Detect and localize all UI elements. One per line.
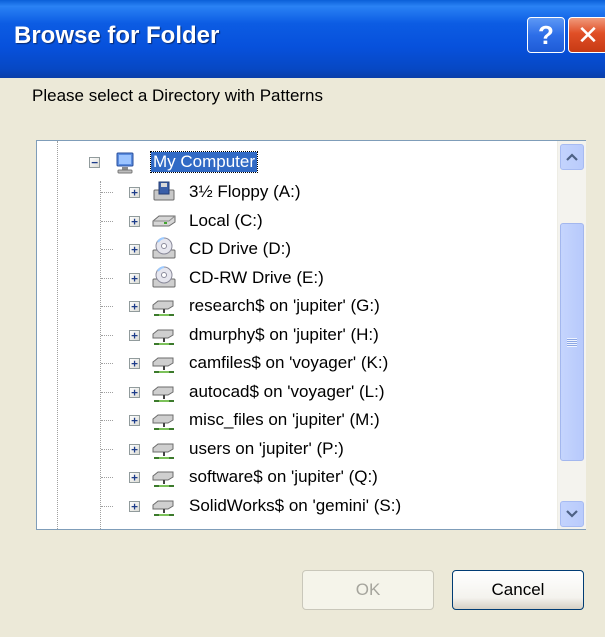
network-drive-icon	[151, 408, 177, 432]
cd-drive-icon	[151, 237, 177, 261]
tree-connector	[101, 334, 113, 336]
tree-expander-button[interactable]: −	[89, 157, 100, 168]
network-drive-icon	[151, 351, 177, 375]
cd-drive-icon	[151, 265, 177, 290]
tree-connector	[101, 420, 113, 421]
tree-connector	[101, 249, 113, 250]
network-drive-icon	[151, 323, 177, 347]
scroll-up-button[interactable]	[560, 144, 584, 170]
tree-connector	[101, 363, 113, 364]
tree-item-label[interactable]: users on 'jupiter' (P:)	[189, 439, 344, 459]
tree-expander-button[interactable]: +	[129, 244, 140, 255]
tree-expander-button[interactable]: +	[129, 415, 140, 426]
help-icon: ?	[538, 19, 554, 50]
tree-expander-button[interactable]: +	[129, 472, 140, 483]
network-drive-icon	[151, 494, 177, 518]
tree-connector	[101, 477, 113, 478]
tree-expander-button[interactable]: +	[129, 443, 140, 455]
title-bar[interactable]: Browse for Folder ? ✕	[0, 0, 605, 78]
tree-item-label[interactable]: autocad$ on 'voyager' (L:)	[189, 382, 385, 402]
browse-for-folder-dialog: Browse for Folder ? ✕ Please select a Di…	[0, 0, 605, 637]
tree-item-label[interactable]: Local (C:)	[189, 211, 263, 231]
close-icon: ✕	[577, 19, 599, 50]
dialog-description: Please select a Directory with Patterns	[32, 86, 324, 105]
scroll-thumb[interactable]	[560, 223, 584, 461]
tree-expander-button[interactable]: +	[129, 301, 140, 312]
tree-expander-button[interactable]: +	[129, 329, 140, 341]
tree-expander-button[interactable]: +	[129, 272, 140, 284]
floppy-drive-icon	[151, 180, 177, 204]
tree-connector	[101, 220, 113, 222]
network-drive-icon	[151, 380, 177, 404]
tree-guide-line	[57, 141, 58, 529]
tree-item-label[interactable]: software$ on 'jupiter' (Q:)	[189, 467, 378, 487]
tree-item-label[interactable]: camfiles$ on 'voyager' (K:)	[189, 353, 388, 373]
tree-item-label[interactable]: 3½ Floppy (A:)	[189, 182, 301, 202]
grip-icon	[567, 337, 577, 347]
tree-item-label[interactable]: SolidWorks$ on 'gemini' (S:)	[189, 496, 401, 516]
tree-connector	[101, 391, 113, 393]
tree-item-label[interactable]: CD-RW Drive (E:)	[189, 268, 324, 288]
network-drive-icon	[151, 437, 177, 461]
tree-connector	[101, 505, 113, 507]
tree-expander-button[interactable]: +	[129, 500, 140, 512]
tree-item-my-computer[interactable]: My Computer	[149, 151, 259, 173]
chevron-up-icon	[566, 153, 578, 161]
tree-expander-button[interactable]: +	[129, 358, 140, 369]
ok-button[interactable]: OK	[302, 570, 434, 610]
folder-tree-view[interactable]: − My Computer +3½ Floppy (A:) + Local (C:) + C…	[36, 140, 586, 530]
close-button[interactable]: ✕	[568, 17, 605, 53]
tree-item-label[interactable]: dmurphy$ on 'jupiter' (H:)	[189, 325, 379, 345]
network-drive-icon	[151, 465, 177, 489]
help-button[interactable]: ?	[527, 17, 565, 53]
tree-expander-button[interactable]: +	[129, 215, 140, 227]
tree-expander-button[interactable]: +	[129, 187, 140, 198]
tree-connector	[101, 192, 113, 193]
chevron-down-icon	[566, 510, 578, 518]
network-drive-icon	[151, 294, 177, 318]
tree-item-label[interactable]: CD Drive (D:)	[189, 239, 291, 259]
tree-connector	[101, 306, 113, 307]
tree-item-label[interactable]: research$ on 'jupiter' (G:)	[189, 296, 380, 316]
window-title: Browse for Folder	[14, 22, 220, 49]
vertical-scrollbar[interactable]	[557, 141, 586, 529]
hard-drive-icon	[151, 209, 177, 233]
tree-expander-button[interactable]: +	[129, 386, 140, 398]
my-computer-icon	[113, 151, 139, 175]
tree-connector	[101, 277, 113, 279]
tree-connector	[101, 448, 113, 450]
tree-item-label[interactable]: misc_files on 'jupiter' (M:)	[189, 410, 380, 430]
scroll-down-button[interactable]	[560, 501, 584, 527]
cancel-button[interactable]: Cancel	[452, 570, 584, 610]
